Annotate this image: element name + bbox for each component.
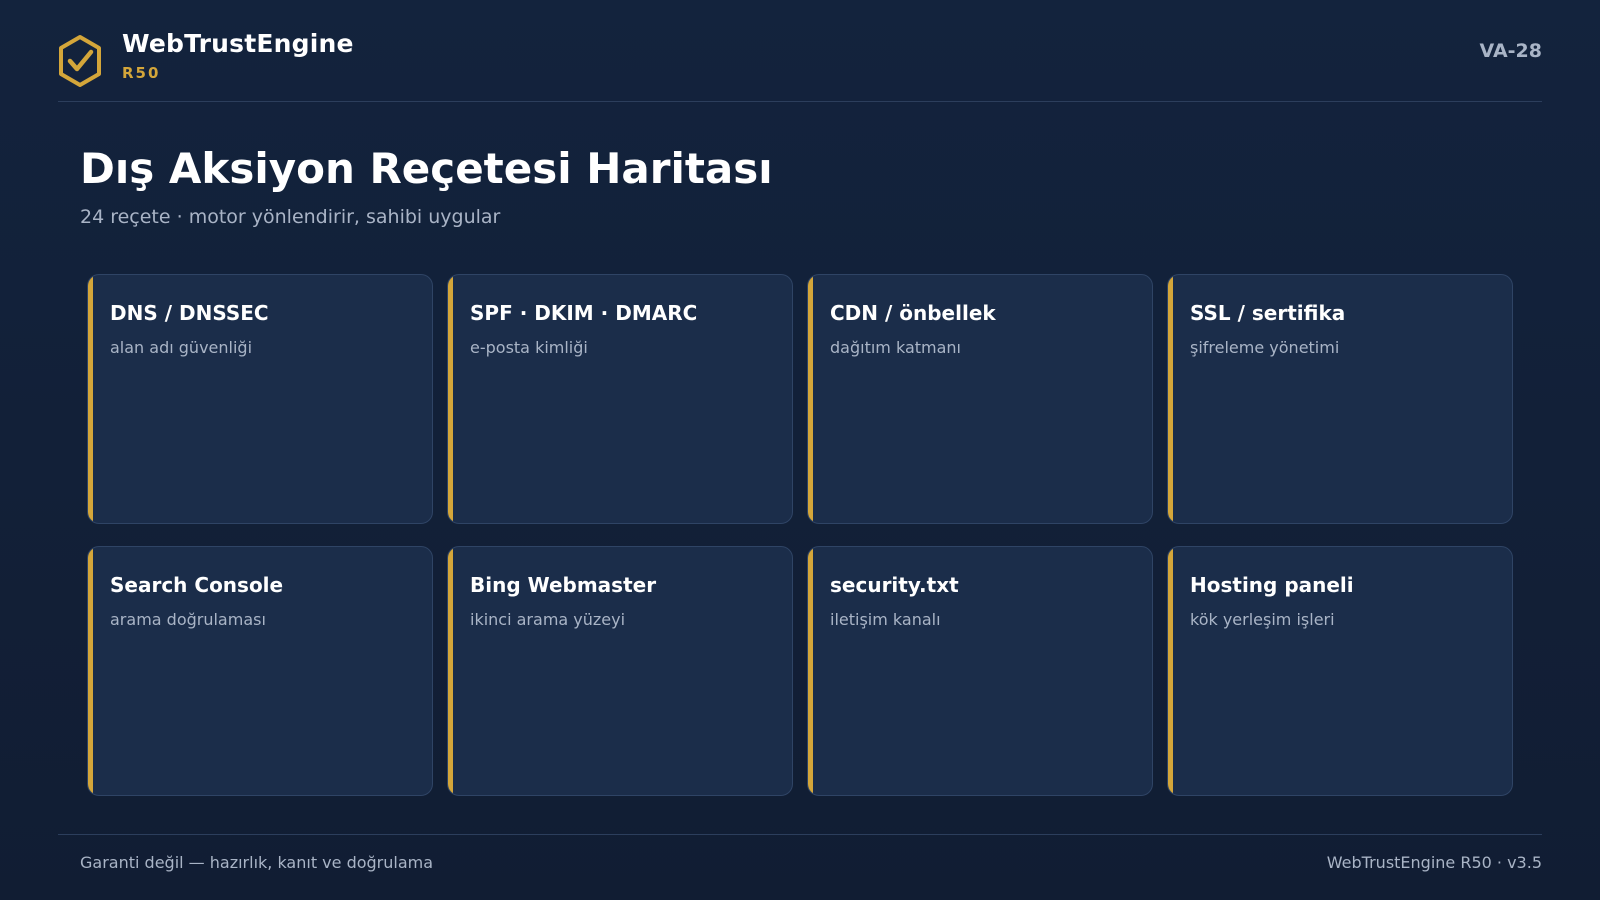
card-security-txt: security.txt iletişim kanalı	[807, 546, 1153, 796]
card-title: DNS / DNSSEC	[110, 301, 269, 325]
page: WebTrustEngine R50 VA-28 Dış Aksiyon Reç…	[0, 0, 1600, 900]
brand-version: R50	[122, 64, 161, 82]
card-subtitle: iletişim kanalı	[830, 610, 941, 629]
card-subtitle: e-posta kimliği	[470, 338, 588, 357]
card-hosting-panel: Hosting paneli kök yerleşim işleri	[1167, 546, 1513, 796]
card-bing-webmaster: Bing Webmaster ikinci arama yüzeyi	[447, 546, 793, 796]
header: WebTrustEngine R50 VA-28	[58, 0, 1542, 102]
footer-disclaimer: Garanti değil — hazırlık, kanıt ve doğru…	[80, 853, 434, 872]
card-accent-bar	[448, 547, 453, 795]
card-subtitle: kök yerleşim işleri	[1190, 610, 1335, 629]
card-accent-bar	[808, 547, 813, 795]
document-code: VA-28	[1479, 40, 1542, 62]
card-accent-bar	[1168, 547, 1173, 795]
card-accent-bar	[808, 275, 813, 523]
page-subtitle: 24 reçete · motor yönlendirir, sahibi uy…	[80, 206, 501, 228]
card-title: Bing Webmaster	[470, 573, 657, 597]
recipe-card-grid: DNS / DNSSEC alan adı güvenliği SPF · DK…	[87, 274, 1513, 796]
card-accent-bar	[1168, 275, 1173, 523]
card-search-console: Search Console arama doğrulaması	[87, 546, 433, 796]
card-title: SPF · DKIM · DMARC	[470, 301, 698, 325]
brand-name: WebTrustEngine	[122, 29, 354, 58]
hexagon-check-icon	[59, 35, 101, 87]
card-subtitle: şifreleme yönetimi	[1190, 338, 1340, 357]
card-spf-dkim-dmarc: SPF · DKIM · DMARC e-posta kimliği	[447, 274, 793, 524]
card-accent-bar	[88, 275, 93, 523]
card-title: Hosting paneli	[1190, 573, 1354, 597]
card-title: Search Console	[110, 573, 284, 597]
card-subtitle: dağıtım katmanı	[830, 338, 961, 357]
card-subtitle: arama doğrulaması	[110, 610, 266, 629]
card-accent-bar	[448, 275, 453, 523]
card-ssl-certificate: SSL / sertifika şifreleme yönetimi	[1167, 274, 1513, 524]
footer: Garanti değil — hazırlık, kanıt ve doğru…	[58, 834, 1542, 900]
card-subtitle: alan adı güvenliği	[110, 338, 253, 357]
card-title: SSL / sertifika	[1190, 301, 1346, 325]
footer-version: WebTrustEngine R50 · v3.5	[1326, 853, 1542, 872]
card-accent-bar	[88, 547, 93, 795]
page-title: Dış Aksiyon Reçetesi Haritası	[80, 144, 773, 193]
card-subtitle: ikinci arama yüzeyi	[470, 610, 626, 629]
card-dns-dnssec: DNS / DNSSEC alan adı güvenliği	[87, 274, 433, 524]
card-cdn-cache: CDN / önbellek dağıtım katmanı	[807, 274, 1153, 524]
card-title: security.txt	[830, 573, 959, 597]
card-title: CDN / önbellek	[830, 301, 996, 325]
